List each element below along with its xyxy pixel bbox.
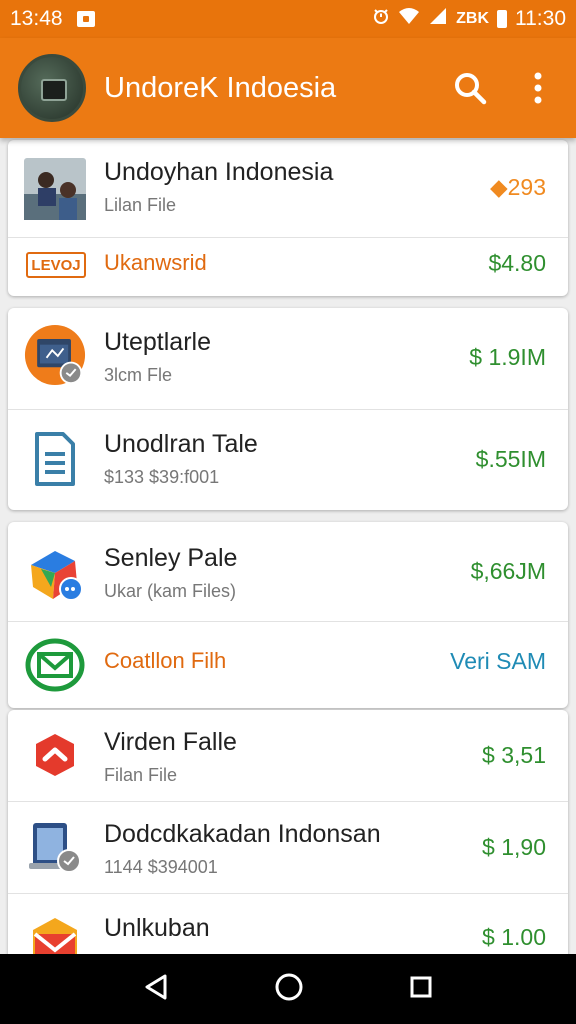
camera-logo-icon[interactable] bbox=[18, 54, 86, 122]
window-app-icon bbox=[24, 324, 86, 386]
list-item-subtitle: 3lcm Fle bbox=[104, 365, 173, 385]
list-item-price: $4.80 bbox=[488, 250, 546, 276]
list-item-title: Unlkuban bbox=[104, 914, 210, 942]
alarm-icon bbox=[372, 7, 390, 31]
back-triangle-icon[interactable] bbox=[143, 973, 169, 1006]
level-badge: LEVOJ bbox=[26, 252, 86, 278]
list-item-price: Veri SAM bbox=[450, 648, 546, 674]
list-item[interactable]: Unodlran Tale $133 $39:f001 $.55IM bbox=[8, 410, 568, 510]
status-time-right: 11:30 bbox=[515, 7, 566, 30]
list-item-subtitle: $133 $39:f001 bbox=[104, 467, 220, 487]
list-item-title: Unodlran Tale bbox=[104, 430, 258, 458]
list-item[interactable]: Dodcdkakadan Indonsan 1144 $394001 $ 1,9… bbox=[8, 802, 568, 894]
list-item-title: Dodcdkakadan Indonsan bbox=[104, 820, 381, 848]
search-icon[interactable] bbox=[450, 68, 490, 108]
colorful-cube-icon bbox=[24, 542, 86, 604]
list-card: Senley Pale Ukar (kam Files) $,66JM Coat… bbox=[8, 522, 568, 708]
list-item-title: Coatllon Filh bbox=[104, 648, 227, 673]
list-item-title: Virden Falle bbox=[104, 728, 237, 756]
document-icon bbox=[24, 428, 86, 490]
list-item-title: Uteptlarle bbox=[104, 328, 211, 356]
list-item-price: ◆293 bbox=[489, 174, 546, 200]
list-card: Virden Falle Filan File $ 3,51 Dodcdkaka… bbox=[8, 710, 568, 954]
red-hexagon-icon bbox=[24, 724, 86, 786]
mail-icon bbox=[24, 634, 86, 696]
list-item[interactable]: LEVOJ Ukanwsrid $4.80 bbox=[8, 238, 568, 296]
list-item-price: $ 1.00 bbox=[482, 924, 546, 950]
tablet-icon bbox=[24, 816, 86, 878]
recents-square-icon[interactable] bbox=[409, 975, 433, 1004]
signal-icon bbox=[428, 7, 448, 31]
list-item-price: $ 3,51 bbox=[482, 742, 546, 768]
navigation-bar bbox=[0, 954, 576, 1024]
list-item-title: Senley Pale bbox=[104, 544, 238, 572]
list-item-price: $ 1.9IM bbox=[469, 344, 546, 370]
list-item-subtitle: Lilan File bbox=[104, 195, 177, 215]
status-bar: 13:48 ZBK 11:30 bbox=[0, 0, 576, 38]
status-time-left: 13:48 bbox=[10, 7, 63, 30]
list-item[interactable]: Unlkuban $ 1.00 bbox=[8, 894, 568, 954]
battery-icon bbox=[497, 10, 507, 28]
list-item[interactable]: Coatllon Filh Veri SAM bbox=[8, 622, 568, 708]
list-card: Uteptlarle 3lcm Fle $ 1.9IM Unodlran Tal… bbox=[8, 308, 568, 510]
photo-thumbnail-icon bbox=[24, 157, 86, 220]
list-item[interactable]: Uteptlarle 3lcm Fle $ 1.9IM bbox=[8, 308, 568, 410]
file-list[interactable]: Undoyhan Indonesia Lilan File ◆293 LEVOJ… bbox=[0, 138, 576, 954]
list-item-subtitle: 1144 $394001 bbox=[104, 857, 218, 877]
list-item-price: $ 1,90 bbox=[482, 834, 546, 860]
status-extra: ZBK bbox=[456, 10, 489, 27]
list-item-subtitle: Ukar (kam Files) bbox=[104, 581, 237, 601]
list-item-title: Undoyhan Indonesia bbox=[104, 158, 334, 186]
list-item-price: $.55IM bbox=[475, 446, 546, 472]
gmail-icon bbox=[24, 910, 86, 954]
home-circle-icon[interactable] bbox=[274, 972, 304, 1007]
list-card: Undoyhan Indonesia Lilan File ◆293 LEVOJ… bbox=[8, 140, 568, 296]
wifi-icon bbox=[398, 7, 420, 31]
list-item[interactable]: Virden Falle Filan File $ 3,51 bbox=[8, 710, 568, 802]
list-item-price: $,66JM bbox=[470, 558, 546, 584]
notification-icon bbox=[76, 11, 95, 27]
list-item[interactable]: Senley Pale Ukar (kam Files) $,66JM bbox=[8, 522, 568, 622]
app-bar: UndoreK Indoesia bbox=[0, 38, 576, 138]
more-vert-icon[interactable] bbox=[518, 68, 558, 108]
list-item-subtitle: Filan File bbox=[104, 765, 178, 785]
list-item[interactable]: Undoyhan Indonesia Lilan File ◆293 bbox=[8, 140, 568, 238]
list-item-title: Ukanwsrid bbox=[104, 250, 207, 275]
app-title: UndoreK Indoesia bbox=[104, 71, 337, 104]
